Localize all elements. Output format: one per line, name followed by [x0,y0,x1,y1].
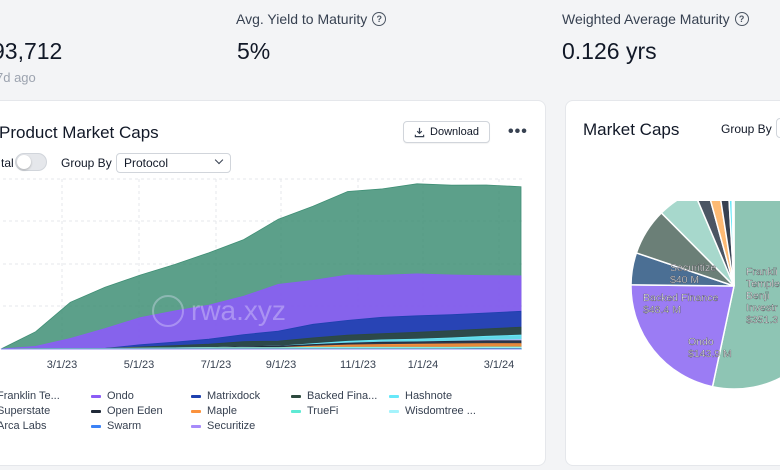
legend-label: Maple [207,405,237,417]
stat-maturity-label: Weighted Average Maturity [562,11,730,27]
stat-maturity-value: 0.126 yrs [562,38,657,64]
legend-swatch [291,409,301,413]
legend-item[interactable]: Maple [191,405,237,417]
card-title: Market Caps [583,120,680,139]
legend-label: TrueFi [307,405,339,417]
legend-swatch [389,394,399,398]
group-by-label: Group By [61,156,112,170]
legend-item[interactable]: Securitize [191,420,255,432]
group-by-value: Protocol [124,156,169,170]
x-axis-ticks: 33/1/235/1/237/1/239/1/2311/1/231/1/243/… [47,359,515,371]
area-chart: rwa.xyz33/1/235/1/237/1/239/1/2311/1/231… [0,178,523,371]
legend-swatch [91,394,101,398]
legend-label: Wisdomtree ... [405,405,476,417]
pie-chart: Frankli Temple Benji Investr $351.3Ondo $143.… [630,201,780,390]
legend-swatch [191,394,201,398]
toggle-knob [17,155,31,169]
legend-swatch [91,424,101,428]
legend-label: Backed Fina... [307,390,378,402]
x-tick-label: 7/1/23 [201,359,232,371]
legend-item[interactable]: Backed Fina... [291,390,377,402]
toggle-label: tal [1,156,14,170]
stat-total-sub: 7d ago [0,70,36,85]
download-button[interactable]: Download [403,121,490,143]
legend-label: Hashnote [405,390,453,402]
card-title: Product Market Caps [0,123,159,142]
help-icon[interactable]: ? [372,12,387,26]
product-market-caps-card: Product Market Caps Download ••• tal Gro… [0,100,546,466]
group-by-label: Group By [721,122,772,136]
download-icon [414,127,425,137]
legend-item[interactable]: Open Eden [91,405,163,417]
legend-swatch [191,424,201,428]
more-options-icon[interactable]: ••• [508,123,528,141]
legend-label: Superstate [0,405,51,417]
x-tick-label: 9/1/23 [266,359,297,371]
legend-label: Matrixdock [207,390,261,402]
legend-swatch [291,394,301,398]
watermark-text: rwa.xyz [191,295,286,326]
legend-item[interactable]: TrueFi [291,405,338,417]
x-tick-label: 5/1/23 [124,359,155,371]
legend-label: Open Eden [107,405,163,417]
legend-item[interactable]: Superstate [0,405,50,417]
legend-label: Arca Labs [0,420,47,432]
legend-item[interactable]: Matrixdock [191,390,260,402]
x-tick-label: 3/1/24 [484,359,515,371]
legend-label: Ondo [107,390,134,402]
legend-label: Franklin Te... [0,390,60,402]
x-tick-label: 1/1/24 [408,359,439,371]
legend-item[interactable]: Wisdomtree ... [389,405,476,417]
help-icon[interactable]: ? [734,12,749,26]
download-label: Download [430,126,479,138]
legend-label: Securitize [207,420,256,432]
legend-label: Swarm [107,420,142,432]
stat-yield-value: 5% [237,38,271,64]
legend-swatch [191,409,201,413]
legend-item[interactable]: Hashnote [389,390,452,402]
legend-swatch [91,409,101,413]
legend-item[interactable]: Ondo [91,390,134,402]
legend-item[interactable]: Franklin Te... [0,390,60,402]
legend-swatch [389,409,399,413]
group-by-select[interactable]: Protocol [116,153,231,173]
total-toggle[interactable] [15,153,47,171]
legend-item[interactable]: Arca Labs [0,420,47,432]
x-tick-label: 3/1/23 [47,359,78,371]
group-by-select[interactable] [776,118,780,138]
market-caps-card: Market Caps Group By Frankli Temple Benji I… [565,100,780,466]
chevron-down-icon [214,155,224,165]
stat-total-value: 93,712 [0,38,63,64]
stat-yield-label: Avg. Yield to Maturity [236,11,368,27]
legend-item[interactable]: Swarm [91,420,141,432]
x-tick-label: 11/1/23 [340,359,376,371]
